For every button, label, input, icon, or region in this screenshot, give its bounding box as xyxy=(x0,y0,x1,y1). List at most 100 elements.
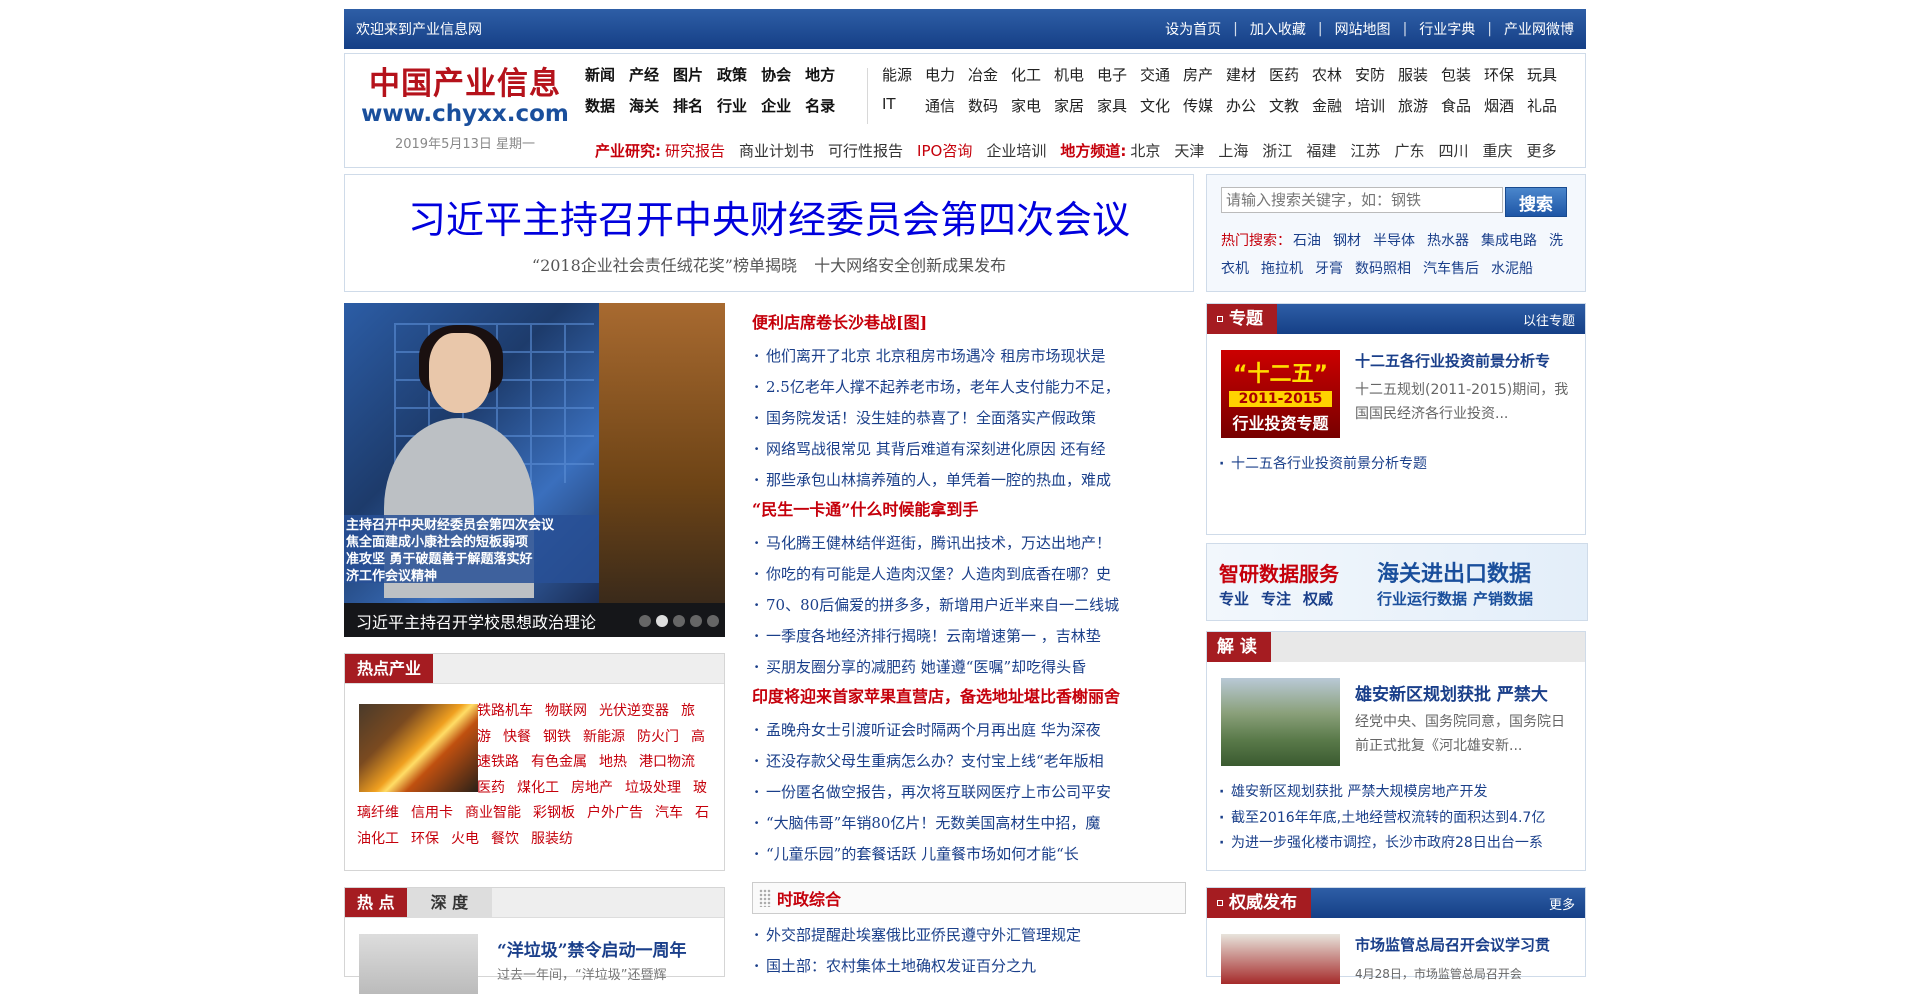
industry-tag[interactable]: 火电 xyxy=(451,831,479,847)
industry-nav-item[interactable]: 交通 xyxy=(1140,64,1183,95)
industry-nav-item[interactable]: 家电 xyxy=(1011,95,1054,126)
news-item[interactable]: 一份匿名做空报告，再次将互联网医疗上市公司平安 xyxy=(752,777,1192,808)
add-favorite-link[interactable]: 加入收藏 xyxy=(1250,19,1306,39)
industry-tag[interactable]: 防火门 xyxy=(637,729,679,745)
xiongan-image[interactable] xyxy=(1221,678,1340,766)
industry-tag[interactable]: 服装纺 xyxy=(531,831,573,847)
industry-nav-item[interactable]: IT xyxy=(882,95,925,126)
region-nav-item[interactable]: 浙江 xyxy=(1262,140,1292,161)
main-nav-item[interactable]: 产经 xyxy=(629,64,659,95)
news-item[interactable]: 马化腾王健林结伴逛街，腾讯出技术，万达出地产！ xyxy=(752,528,1192,559)
jiedu-list-item[interactable]: 截至2016年年底,土地经营权流转的面积达到4.7亿 xyxy=(1219,806,1545,832)
jiedu-list-item[interactable]: 为进一步强化楼市调控，长沙市政府28日出台一系 xyxy=(1219,831,1545,857)
hot-search-item[interactable]: 牙膏 xyxy=(1315,261,1343,277)
news-item[interactable]: 2.5亿老年人撑不起养老市场，老年人支付能力不足， xyxy=(752,372,1192,403)
industry-tag[interactable]: 餐饮 xyxy=(491,831,519,847)
headline-sub-1[interactable]: “2018企业社会责任绒花奖”榜单揭晓 xyxy=(532,256,797,275)
research-nav-item[interactable]: 研究报告 xyxy=(665,140,725,161)
zhuanti-list-item[interactable]: 十二五各行业投资前景分析专题 xyxy=(1219,452,1427,478)
industry-tag[interactable]: 地热 xyxy=(599,754,627,770)
industry-tag[interactable]: 有色金属 xyxy=(531,754,587,770)
szzh-title[interactable]: 时政综合 xyxy=(777,886,841,910)
news-item[interactable]: 网络骂战很常见 其背后难道有深刻进化原因 还有经 xyxy=(752,434,1192,465)
news-section-title[interactable]: “民生一卡通”什么时候能拿到手 xyxy=(752,498,1192,528)
region-nav-item[interactable]: 更多 xyxy=(1526,140,1556,161)
tab-hot-industry[interactable]: 热点产业 xyxy=(345,654,434,683)
szzh-item[interactable]: 国土部：农村集体土地确权发证百分之九 xyxy=(752,951,1192,982)
quanwei-more-link[interactable]: 更多 xyxy=(1549,894,1575,913)
hot-search-item[interactable]: 水泥船 xyxy=(1491,261,1533,277)
industry-nav-item[interactable]: 家居 xyxy=(1054,95,1097,126)
main-nav-item[interactable]: 名录 xyxy=(805,95,835,126)
hot-search-item[interactable]: 集成电路 xyxy=(1481,233,1537,249)
jiedu-list-item[interactable]: 雄安新区规划获批 严禁大规模房地产开发 xyxy=(1219,780,1545,806)
sitemap-link[interactable]: 网站地图 xyxy=(1335,19,1391,39)
news-section-title[interactable]: 便利店席卷长沙巷战[图] xyxy=(752,311,1192,341)
news-item[interactable]: 孟晚舟女士引渡听证会时隔两个月再出庭 华为深夜 xyxy=(752,715,1192,746)
industry-nav-item[interactable]: 建材 xyxy=(1226,64,1269,95)
region-nav-item[interactable]: 北京 xyxy=(1130,140,1160,161)
region-nav-item[interactable]: 四川 xyxy=(1438,140,1468,161)
industry-nav-item[interactable]: 安防 xyxy=(1355,64,1398,95)
hot-search-item[interactable]: 热水器 xyxy=(1427,233,1469,249)
industry-nav-item[interactable]: 金融 xyxy=(1312,95,1355,126)
industry-nav-item[interactable]: 食品 xyxy=(1441,95,1484,126)
news-item[interactable]: 一季度各地经济排行揭晓！云南增速第一 ，吉林垫 xyxy=(752,621,1192,652)
industry-nav-item[interactable]: 数码 xyxy=(968,95,1011,126)
industry-nav-item[interactable]: 传媒 xyxy=(1183,95,1226,126)
industry-tag[interactable]: 彩钢板 xyxy=(533,805,575,821)
industry-nav-item[interactable]: 医药 xyxy=(1269,64,1312,95)
industry-tag[interactable]: 光伏逆变器 xyxy=(599,703,669,719)
industry-nav-item[interactable]: 通信 xyxy=(925,95,968,126)
zhuanti-more-link[interactable]: 以往专题 xyxy=(1523,310,1575,329)
hot-search-item[interactable]: 半导体 xyxy=(1373,233,1415,249)
research-nav-item[interactable]: 商业计划书 xyxy=(739,140,814,161)
main-nav-item[interactable]: 政策 xyxy=(717,64,747,95)
szzh-item[interactable]: 外交部提醒赴埃塞俄比亚侨民遵守外汇管理规定 xyxy=(752,920,1192,951)
industry-tag[interactable]: 港口物流 xyxy=(639,754,695,770)
industry-tag[interactable]: 煤化工 xyxy=(517,780,559,796)
slide-dot[interactable] xyxy=(673,615,685,627)
industry-nav-item[interactable]: 旅游 xyxy=(1398,95,1441,126)
industry-tag[interactable]: 房地产 xyxy=(571,780,613,796)
quanwei-title[interactable]: 市场监管总局召开会议学习贯 xyxy=(1355,934,1550,955)
hot-search-item[interactable]: 汽车售后 xyxy=(1423,261,1479,277)
main-nav-item[interactable]: 图片 xyxy=(673,64,703,95)
industry-tag[interactable]: 信用卡 xyxy=(411,805,453,821)
region-nav-item[interactable]: 天津 xyxy=(1174,140,1204,161)
main-nav-item[interactable]: 地方 xyxy=(805,64,835,95)
industry-tag[interactable]: 铁路机车 xyxy=(477,703,533,719)
industry-tag[interactable]: 垃圾处理 xyxy=(625,780,681,796)
industry-nav-item[interactable]: 环保 xyxy=(1484,64,1527,95)
news-item[interactable]: 国务院发话！没生娃的恭喜了！全面落实产假政策 xyxy=(752,403,1192,434)
main-nav-item[interactable]: 企业 xyxy=(761,95,791,126)
set-homepage-link[interactable]: 设为首页 xyxy=(1165,19,1221,39)
search-input[interactable] xyxy=(1221,187,1503,213)
research-nav-item[interactable]: 可行性报告 xyxy=(828,140,903,161)
zhuanti-image[interactable]: “十二五” 2011-2015 行业投资专题 xyxy=(1221,350,1340,438)
news-item[interactable]: 他们离开了北京 北京租房市场遇冷 租房市场现状是 xyxy=(752,341,1192,372)
region-nav-item[interactable]: 上海 xyxy=(1218,140,1248,161)
search-button[interactable]: 搜索 xyxy=(1505,187,1567,217)
logo[interactable]: 中国产业信息 www.chyxx.com 2019年5月13日 星期一 xyxy=(345,60,585,167)
dictionary-link[interactable]: 行业字典 xyxy=(1419,19,1475,39)
industry-tag[interactable]: 户外广告 xyxy=(587,805,643,821)
industry-nav-item[interactable]: 电子 xyxy=(1097,64,1140,95)
news-item[interactable]: 买朋友圈分享的减肥药 她谨遵“医嘱”却吃得头昏 xyxy=(752,652,1192,683)
region-nav-item[interactable]: 重庆 xyxy=(1482,140,1512,161)
industry-nav-item[interactable]: 服装 xyxy=(1398,64,1441,95)
hot-deep-image[interactable] xyxy=(359,934,478,994)
hot-search-item[interactable]: 数码照相 xyxy=(1355,261,1411,277)
slide-dot[interactable] xyxy=(639,615,651,627)
industry-tag[interactable]: 快餐 xyxy=(503,729,531,745)
industry-nav-item[interactable]: 培训 xyxy=(1355,95,1398,126)
industry-nav-item[interactable]: 冶金 xyxy=(968,64,1011,95)
industry-tag[interactable]: 钢铁 xyxy=(543,729,571,745)
news-item[interactable]: 你吃的有可能是人造肉汉堡？人造肉到底香在哪？史 xyxy=(752,559,1192,590)
industry-nav-item[interactable]: 礼品 xyxy=(1527,95,1570,126)
industry-nav-item[interactable]: 包装 xyxy=(1441,64,1484,95)
jiedu-title[interactable]: 雄安新区规划获批 严禁大 xyxy=(1355,680,1548,705)
news-item[interactable]: 70、80后偏爱的拼多多，新增用户近半来自一二线城 xyxy=(752,590,1192,621)
main-nav-item[interactable]: 海关 xyxy=(629,95,659,126)
main-nav-item[interactable]: 排名 xyxy=(673,95,703,126)
